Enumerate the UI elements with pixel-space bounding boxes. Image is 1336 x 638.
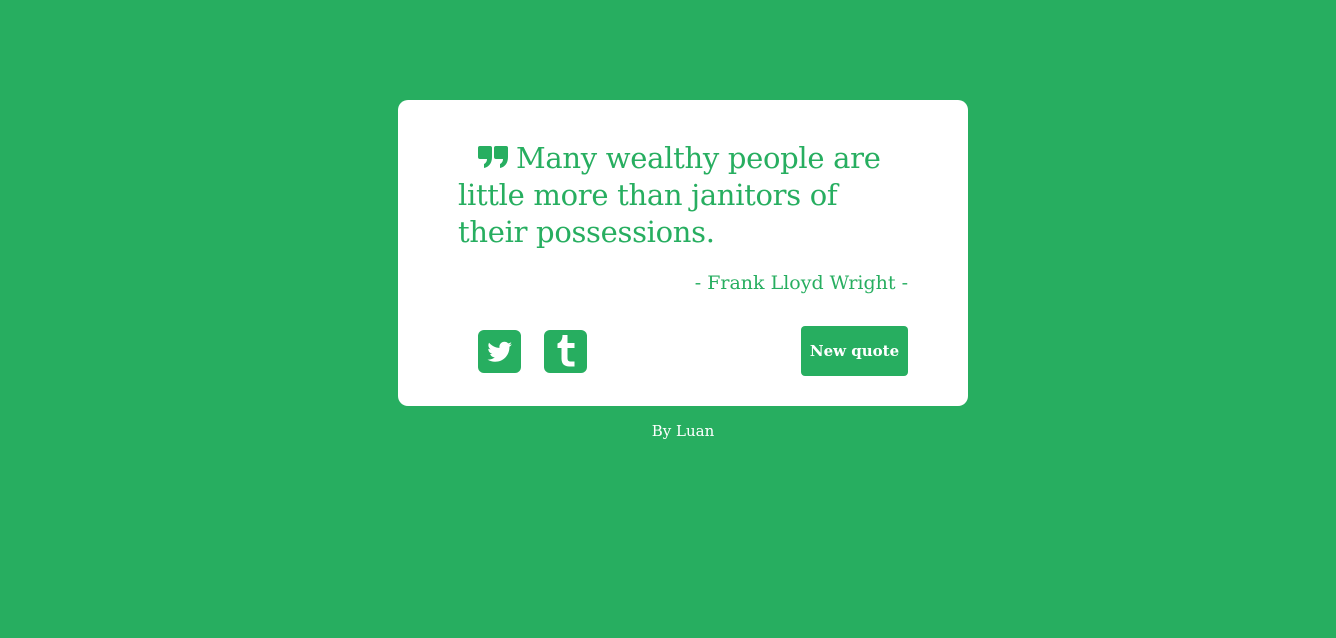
quote-card: Many wealthy people are little more than…	[398, 100, 968, 406]
tumblr-icon	[557, 335, 575, 367]
twitter-icon	[487, 341, 512, 362]
quote-left-icon	[478, 144, 508, 170]
tumblr-button[interactable]	[544, 330, 587, 373]
quote-text: Many wealthy people are little more than…	[458, 141, 881, 249]
quote-author: - Frank Lloyd Wright -	[694, 272, 908, 294]
tweet-button[interactable]	[478, 330, 521, 373]
new-quote-button[interactable]: New quote	[801, 326, 908, 376]
quote-block: Many wealthy people are little more than…	[458, 140, 908, 251]
footer-credit: By Luan	[651, 422, 715, 440]
